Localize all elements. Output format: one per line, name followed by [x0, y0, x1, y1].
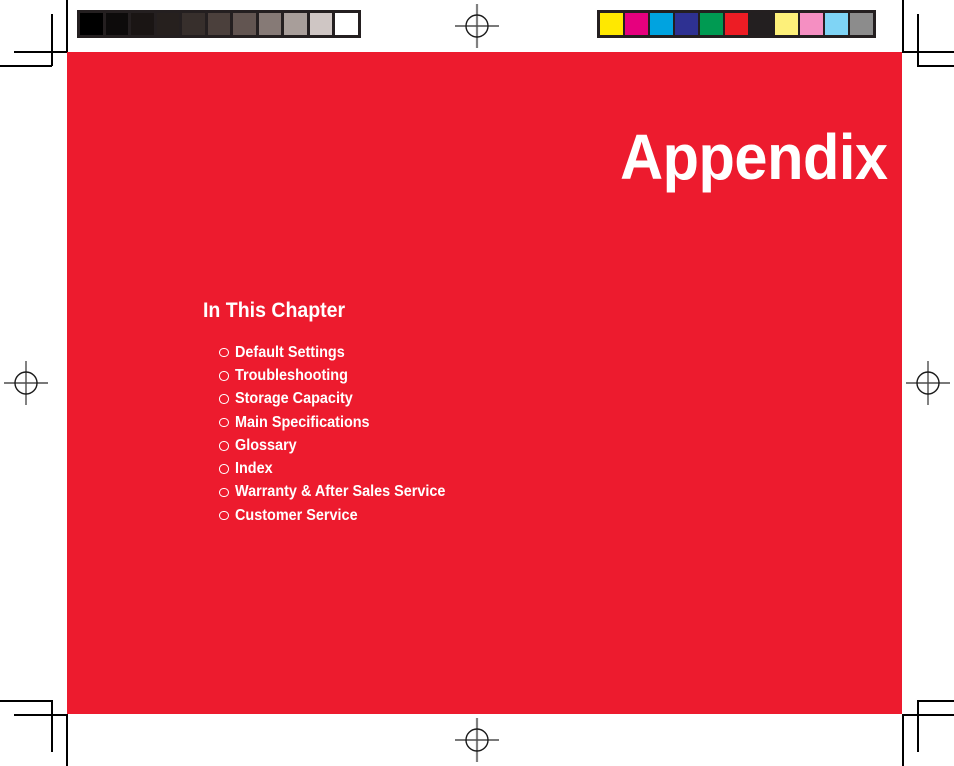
- hollow-circle-bullet-icon: [219, 441, 229, 451]
- crop-mark-bottom-left-inner-vertical: [51, 700, 53, 752]
- crop-mark-top-right-horizontal: [917, 65, 954, 67]
- crop-mark-bottom-left-horizontal: [0, 700, 52, 702]
- hollow-circle-bullet-icon: [219, 464, 229, 474]
- crop-mark-bottom-right-inner-vertical: [917, 700, 919, 752]
- hollow-circle-bullet-icon: [219, 417, 229, 428]
- grayscale-swatch-0: [80, 13, 103, 35]
- color-swatch-7: [775, 13, 798, 35]
- in-this-chapter-heading: In This Chapter: [203, 299, 346, 322]
- color-swatch-9: [825, 13, 848, 35]
- color-swatch-2: [650, 13, 673, 35]
- color-swatch-4: [700, 13, 723, 35]
- crop-mark-bottom-left-vertical: [66, 714, 68, 766]
- grayscale-calibration-bar: [77, 10, 361, 38]
- crop-mark-top-right-inner-horizontal: [902, 51, 954, 53]
- crop-mark-bottom-left-inner-horizontal: [14, 714, 67, 716]
- list-item[interactable]: Glossary: [219, 434, 819, 457]
- hollow-circle-bullet-icon: [219, 347, 229, 358]
- color-swatch-1: [625, 13, 648, 35]
- color-swatch-3: [675, 13, 698, 35]
- color-swatch-6: [750, 13, 773, 35]
- list-item[interactable]: Customer Service: [219, 504, 819, 527]
- color-swatch-5: [725, 13, 748, 35]
- list-item-label: Storage Capacity: [235, 390, 353, 408]
- crop-mark-bottom-right-inner-horizontal: [902, 714, 954, 716]
- crop-mark-top-left-horizontal: [0, 65, 52, 67]
- crop-mark-bottom-right-horizontal: [917, 700, 954, 702]
- registration-mark-top-center: [455, 4, 499, 48]
- grayscale-swatch-5: [207, 13, 230, 35]
- registration-mark-bottom-center: [455, 718, 499, 762]
- crop-mark-top-right-vertical: [902, 0, 904, 52]
- color-swatch-8: [800, 13, 823, 35]
- color-calibration-bar: [597, 10, 876, 38]
- page-title: Appendix: [620, 121, 889, 193]
- grayscale-swatch-9: [309, 13, 332, 35]
- list-item[interactable]: Troubleshooting: [219, 364, 819, 387]
- list-item[interactable]: Storage Capacity: [219, 388, 819, 411]
- grayscale-swatch-3: [156, 13, 179, 35]
- color-swatch-10: [850, 13, 873, 35]
- list-item[interactable]: Main Specifications: [219, 411, 819, 434]
- list-item-label: Warranty & After Sales Service: [235, 483, 446, 501]
- list-item[interactable]: Default Settings: [219, 341, 819, 364]
- registration-mark-right-middle: [906, 361, 950, 405]
- crop-mark-bottom-right-vertical: [902, 714, 904, 766]
- list-item-label: Glossary: [235, 436, 297, 454]
- grayscale-swatch-1: [105, 13, 128, 35]
- hollow-circle-bullet-icon: [219, 510, 229, 521]
- crop-mark-top-right-inner-vertical: [917, 14, 919, 66]
- color-swatch-0: [600, 13, 623, 35]
- hollow-circle-bullet-icon: [219, 394, 229, 404]
- crop-mark-top-left-inner-vertical: [51, 14, 53, 66]
- list-item-label: Troubleshooting: [235, 366, 348, 384]
- grayscale-swatch-2: [131, 13, 154, 35]
- grayscale-swatch-6: [233, 13, 256, 35]
- crop-mark-top-left-vertical: [66, 0, 68, 52]
- list-item[interactable]: Warranty & After Sales Service: [219, 481, 819, 504]
- hollow-circle-bullet-icon: [219, 371, 229, 381]
- list-item-label: Main Specifications: [235, 413, 370, 431]
- chapter-contents-list: Default Settings Troubleshooting Storage C…: [219, 341, 819, 527]
- hollow-circle-bullet-icon: [219, 487, 229, 498]
- grayscale-swatch-8: [284, 13, 307, 35]
- registration-mark-left-middle: [4, 361, 48, 405]
- list-item-label: Default Settings: [235, 343, 345, 361]
- list-item-label: Index: [235, 460, 273, 478]
- crop-mark-top-left-inner-horizontal: [14, 51, 67, 53]
- grayscale-swatch-4: [182, 13, 205, 35]
- grayscale-swatch-7: [258, 13, 281, 35]
- printed-page-canvas: Appendix In This Chapter Default Setting…: [0, 0, 954, 766]
- grayscale-swatch-10: [335, 13, 358, 35]
- list-item-label: Customer Service: [235, 506, 358, 524]
- list-item[interactable]: Index: [219, 457, 819, 480]
